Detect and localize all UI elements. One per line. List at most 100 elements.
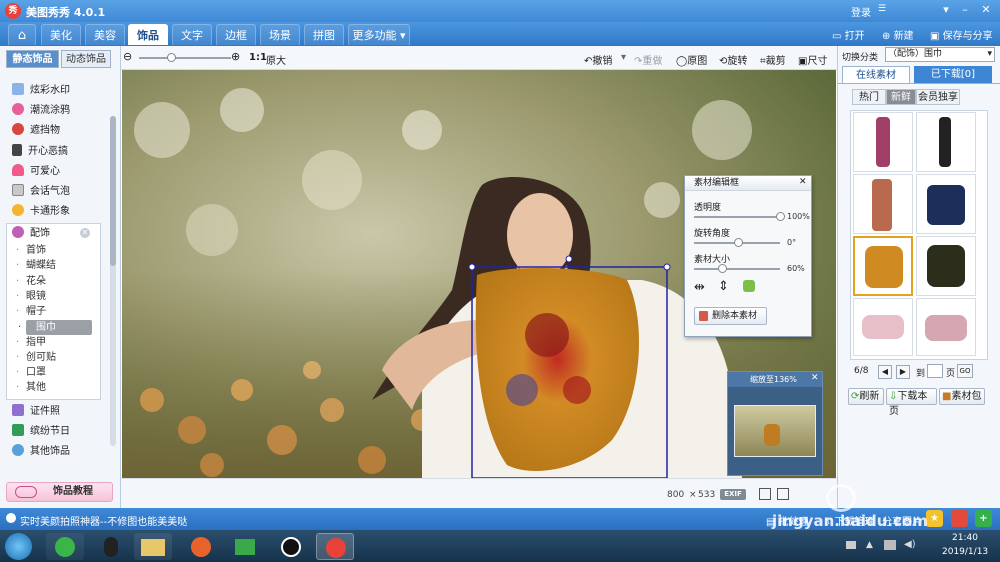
copy-layer-icon[interactable] [743, 280, 755, 292]
share-image-button[interactable]: 分享图片 [882, 513, 922, 528]
opacity-slider[interactable] [694, 212, 785, 221]
taskbar-app-firefox[interactable] [182, 533, 220, 560]
crop-button[interactable]: ⌗裁剪 [760, 52, 786, 67]
rotate-angle-slider[interactable] [694, 238, 780, 247]
layout-icon[interactable] [777, 488, 789, 500]
sub-jewelry[interactable]: 首饰 [16, 243, 46, 258]
collapse-icon[interactable]: ✕ [80, 228, 90, 238]
sub-glasses[interactable]: 眼镜 [16, 289, 46, 304]
category-cartoon[interactable]: 卡通形象 [12, 203, 70, 221]
category-blocker[interactable]: 遮挡物 [12, 122, 60, 140]
new-button[interactable]: ⊕ 新建 [882, 27, 914, 42]
category-other-accessories[interactable]: 其他饰品 [12, 443, 70, 461]
sub-mask[interactable]: 口罩 [16, 365, 46, 380]
tray-flag-icon[interactable]: ▲ [866, 540, 873, 550]
resize-button[interactable]: ▣尺寸 [798, 52, 827, 67]
rotate-angle-knob[interactable] [734, 238, 743, 247]
category-select[interactable]: （配饰）围巾 ▾ [885, 47, 995, 62]
rotate-button[interactable]: ⟲旋转 [719, 52, 747, 67]
left-scrollbar[interactable] [110, 116, 116, 446]
material-thumbnail-selected[interactable] [853, 236, 913, 296]
skin-icon[interactable]: ☰ [878, 4, 886, 14]
material-size-slider[interactable] [694, 264, 780, 273]
weibo-icon[interactable] [951, 510, 968, 527]
category-funny[interactable]: 开心恶搞 [12, 143, 68, 161]
category-graffiti[interactable]: 潮流涂鸦 [12, 102, 70, 120]
sub-hats[interactable]: 帽子 [16, 304, 46, 319]
zoom-slider-knob[interactable] [167, 53, 176, 62]
flip-vertical-icon[interactable]: ⇕ [718, 279, 729, 294]
original-size-label[interactable]: 原大 [266, 52, 286, 67]
sub-bandaid[interactable]: 创可贴 [16, 350, 56, 365]
category-cute-heart[interactable]: 可爱心 [12, 163, 60, 181]
actual-size-button[interactable]: 1:1 [249, 52, 267, 63]
material-thumbnail[interactable] [916, 174, 976, 234]
category-colorful-watermark[interactable]: 炫彩水印 [12, 82, 70, 100]
download-manager-button[interactable]: ⇩ 下载管理 [823, 513, 875, 528]
opacity-knob[interactable] [776, 212, 785, 221]
login-link[interactable]: 登录 [851, 4, 871, 19]
redo-button[interactable]: ↷重做 [634, 52, 662, 67]
tab-dynamic-accessories[interactable]: 动态饰品 [61, 50, 111, 68]
material-thumbnail[interactable] [853, 174, 913, 234]
material-thumbnail[interactable] [916, 298, 976, 356]
tab-online-material[interactable]: 在线素材 [842, 66, 910, 83]
save-share-button[interactable]: ▣ 保存与分享 [930, 27, 993, 42]
maximize-icon[interactable] [963, 3, 979, 18]
tutorial-button[interactable]: 饰品教程 [6, 482, 113, 502]
close-icon[interactable]: ✕ [978, 3, 994, 18]
zoom-slider[interactable] [139, 53, 231, 62]
taskbar-app-explorer[interactable] [134, 533, 172, 560]
start-button-icon[interactable] [5, 533, 32, 560]
tab-collage[interactable]: 拼图 [304, 24, 344, 45]
sub-flowers[interactable]: 花朵 [16, 274, 46, 289]
original-button[interactable]: ◯原图 [676, 52, 707, 67]
category-speech-bubble[interactable]: 会话气泡 [12, 183, 70, 201]
tab-border[interactable]: 边框 [216, 24, 256, 45]
category-accessories[interactable]: 配饰 [12, 225, 50, 243]
filter-hot[interactable]: 热门 [852, 89, 886, 105]
tab-face[interactable]: 美容 [85, 24, 125, 45]
taskbar-app-360[interactable] [46, 533, 84, 560]
material-thumbnail[interactable] [916, 112, 976, 172]
tray-network-icon[interactable] [884, 540, 896, 550]
material-thumbnail[interactable] [853, 298, 913, 356]
scroll-thumb[interactable] [110, 116, 116, 266]
tray-volume-icon[interactable]: ◀) [904, 539, 916, 550]
tab-more[interactable]: 更多功能 ▾ [348, 24, 410, 45]
delete-material-button[interactable]: 删除本素材 [694, 307, 767, 325]
go-button[interactable]: GO [957, 364, 973, 378]
filter-vip[interactable]: 会员独享 [916, 89, 960, 105]
material-thumbnail[interactable] [853, 112, 913, 172]
dialog-close-icon[interactable]: ✕ [799, 177, 807, 187]
sub-other[interactable]: 其他 [16, 380, 46, 395]
taskbar-app-qq[interactable] [92, 533, 130, 560]
open-button[interactable]: ▭ 打开 [832, 27, 865, 42]
tab-downloaded[interactable]: 已下载[0] [914, 66, 992, 83]
undo-dropdown-icon[interactable]: ▾ [621, 52, 626, 63]
sub-scarf[interactable]: 围巾 [18, 320, 92, 335]
menu-icon[interactable]: ▾ [938, 3, 954, 18]
flip-horizontal-icon[interactable]: ⇹ [694, 280, 705, 295]
taskbar-app-recorder[interactable] [272, 533, 310, 560]
download-page-button[interactable]: ⇩下载本页 [886, 388, 937, 417]
tray-keyboard-icon[interactable] [846, 541, 856, 549]
refresh-button[interactable]: ⟳刷新 [848, 388, 884, 405]
material-thumbnail[interactable] [916, 236, 976, 296]
tab-beautify[interactable]: 美化 [41, 24, 81, 45]
material-pack-button[interactable]: ■素材包 [939, 388, 985, 405]
navigator-close-icon[interactable]: ✕ [811, 373, 819, 383]
category-id-photo[interactable]: 证件照 [12, 403, 60, 421]
clock-date[interactable]: 2019/1/13 [942, 547, 988, 557]
tab-static-accessories[interactable]: 静态饰品 [6, 50, 59, 68]
star-icon[interactable]: ★ [926, 510, 943, 527]
undo-button[interactable]: ↶撤销 [584, 52, 612, 67]
taskbar-app-meitu[interactable] [316, 533, 354, 560]
batch-button[interactable]: ▤ 批处理 [766, 513, 809, 528]
tab-text[interactable]: 文字 [172, 24, 212, 45]
sub-nails[interactable]: 指甲 [16, 335, 46, 350]
add-icon[interactable]: + [975, 510, 992, 527]
page-input[interactable] [927, 364, 943, 378]
navigator-panel[interactable]: 缩放至136% ✕ [727, 371, 823, 476]
prev-page-icon[interactable]: ◀ [878, 365, 892, 379]
